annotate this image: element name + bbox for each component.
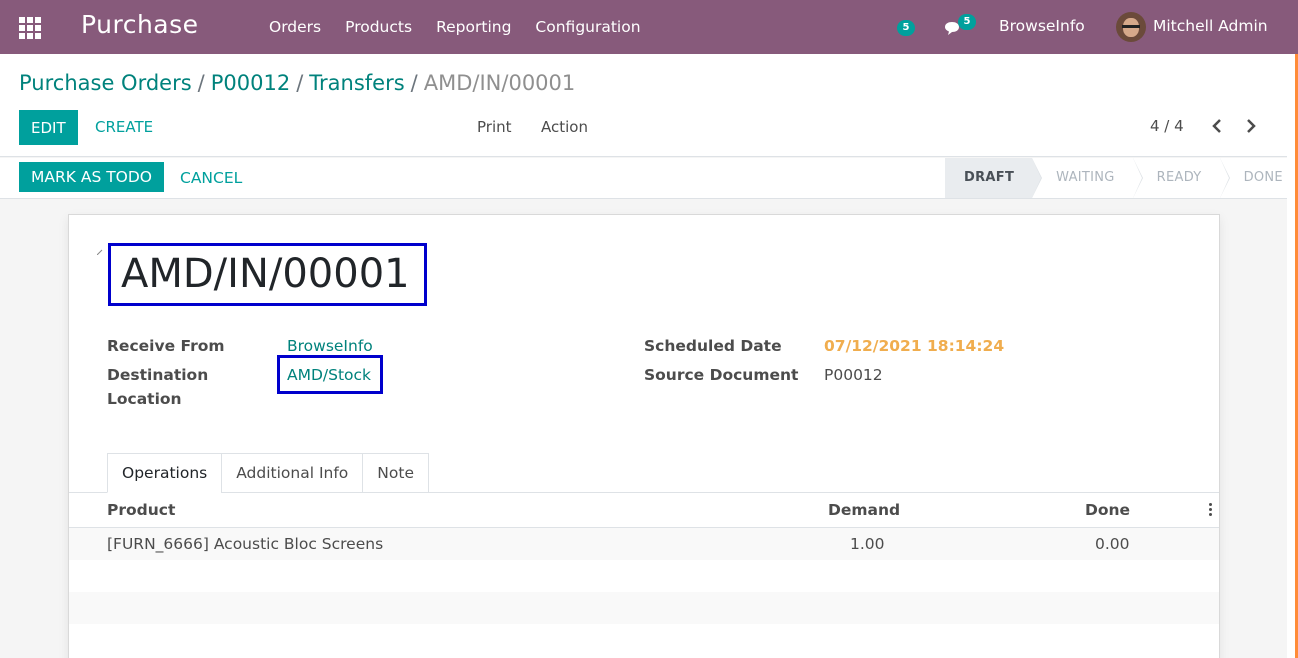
source-document-label: Source Document <box>644 366 799 384</box>
menu-item-products[interactable]: Products <box>345 18 412 36</box>
column-demand[interactable]: Demand <box>828 501 900 519</box>
stage-ready: READY <box>1133 158 1230 198</box>
stage-ready-label: READY <box>1156 170 1202 185</box>
table-header: Product Demand Done <box>69 493 1219 528</box>
apps-menu-icon[interactable] <box>19 17 41 39</box>
print-menu[interactable]: Print <box>477 118 512 136</box>
mark-as-todo-button[interactable]: MARK AS TODO <box>19 162 165 192</box>
control-panel: Purchase Orders / P00012/Transfers / AMD/IN/… <box>0 54 1287 157</box>
table-row-empty <box>69 624 1219 656</box>
create-button[interactable]: CREATE <box>95 118 153 136</box>
menu-item-reporting[interactable]: Reporting <box>436 18 511 36</box>
chevron-left-icon <box>1212 119 1221 133</box>
destination-label-line2: Location <box>107 390 182 408</box>
stage-draft: DRAFT <box>945 158 1043 198</box>
scheduled-date-value: 07/12/2021 18:14:24 <box>824 337 1005 355</box>
breadcrumb-current: AMD/IN/00001 <box>423 71 576 95</box>
status-bar: MARK AS TODO CANCEL DRAFT WAITING READY … <box>0 158 1287 199</box>
breadcrumb-transfers[interactable]: Transfers <box>309 71 404 95</box>
pager-previous-button[interactable] <box>1208 116 1228 136</box>
stage-bar: DRAFT WAITING READY DONE <box>945 158 1298 198</box>
user-menu[interactable]: Mitchell Admin <box>1153 17 1268 35</box>
source-document-value: P00012 <box>824 366 883 384</box>
app-title: Purchase <box>81 10 199 39</box>
cancel-button[interactable]: CANCEL <box>180 169 242 187</box>
messages-button[interactable]: 5 <box>944 14 976 37</box>
table-row-empty <box>69 592 1219 624</box>
optional-columns-icon[interactable] <box>1209 503 1212 517</box>
receive-from-label: Receive From <box>107 337 225 355</box>
scheduled-date-label: Scheduled Date <box>644 337 782 355</box>
user-avatar[interactable] <box>1116 12 1146 42</box>
tab-additional-info[interactable]: Additional Info <box>221 453 364 493</box>
edit-button[interactable]: EDIT <box>19 110 78 145</box>
row-demand: 1.00 <box>850 535 885 553</box>
edit-pencil-icon <box>97 249 103 255</box>
tab-note[interactable]: Note <box>362 453 429 493</box>
messages-count-badge: 5 <box>958 14 976 30</box>
main-menu: Orders Products Reporting Configuration <box>257 0 653 54</box>
notebook-tabs: Operations Additional Info Note <box>107 453 429 493</box>
stage-draft-label: DRAFT <box>964 170 1015 185</box>
pager-next-button[interactable] <box>1240 116 1260 136</box>
transfer-reference: AMD/IN/00001 <box>108 243 427 306</box>
menu-item-configuration[interactable]: Configuration <box>535 18 640 36</box>
stage-done-label: DONE <box>1243 170 1283 185</box>
table-row-empty <box>69 560 1219 592</box>
chevron-right-icon <box>1247 119 1256 133</box>
action-menu[interactable]: Action <box>541 118 588 136</box>
table-row[interactable]: [FURN_6666] Acoustic Bloc Screens 1.00 0… <box>69 528 1219 560</box>
tab-operations[interactable]: Operations <box>107 453 223 493</box>
destination-label: Destination <box>107 366 209 384</box>
stage-waiting: WAITING <box>1032 158 1143 198</box>
breadcrumb-separator: / <box>197 71 205 95</box>
row-done: 0.00 <box>1095 535 1130 553</box>
breadcrumb-purchase-orders[interactable]: Purchase Orders <box>19 71 192 95</box>
column-product[interactable]: Product <box>107 501 175 519</box>
stage-waiting-label: WAITING <box>1056 170 1115 185</box>
column-done[interactable]: Done <box>1085 501 1130 519</box>
menu-item-orders[interactable]: Orders <box>269 18 321 36</box>
breadcrumb-po[interactable]: P00012 <box>211 71 290 95</box>
breadcrumb: Purchase Orders / P00012/Transfers / AMD/IN/… <box>19 71 575 95</box>
breadcrumb-separator: / <box>410 71 418 95</box>
company-switcher[interactable]: BrowseInfo <box>999 17 1085 35</box>
receive-from-link[interactable]: BrowseInfo <box>287 337 373 355</box>
row-product: [FURN_6666] Acoustic Bloc Screens <box>107 535 384 553</box>
destination-location-link[interactable]: AMD/Stock <box>287 366 371 384</box>
activity-count-badge: 5 <box>897 20 915 36</box>
breadcrumb-separator: / <box>296 71 304 95</box>
activity-button[interactable]: 5 <box>897 15 915 36</box>
top-navbar: Purchase Orders Products Reporting Confi… <box>0 0 1298 54</box>
page-scrollbar[interactable] <box>1287 54 1298 658</box>
pager-value[interactable]: 4 / 4 <box>1150 117 1184 135</box>
